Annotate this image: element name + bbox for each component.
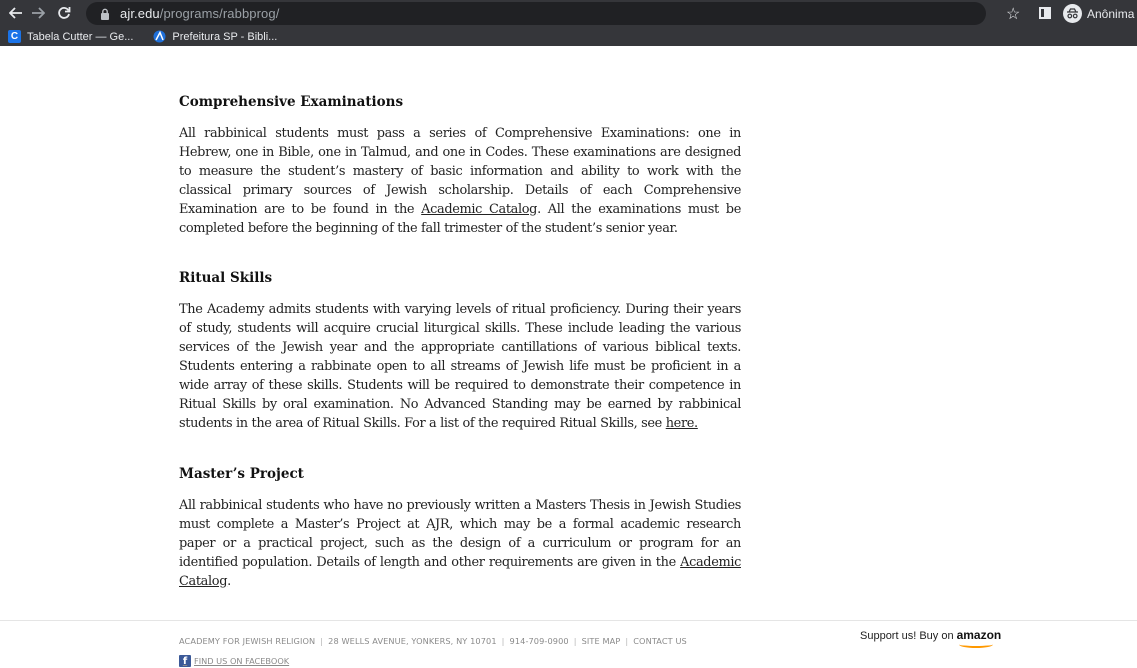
support-text: Support us! Buy on <box>860 630 954 642</box>
section-paragraph: All rabbinical students who have no prev… <box>179 496 741 591</box>
bookmark-prefeitura-sp[interactable]: Prefeitura SP - Bibli... <box>153 30 277 43</box>
bookmark-label: Tabela Cutter — Ge... <box>27 30 134 43</box>
section-paragraph: The Academy admits students with varying… <box>179 300 741 433</box>
paragraph-text: . <box>227 574 231 589</box>
facebook-link[interactable]: f FIND US ON FACEBOOK <box>179 655 289 667</box>
section-paragraph: All rabbinical students must pass a seri… <box>179 124 741 238</box>
lock-icon[interactable] <box>98 7 112 21</box>
amazon-wordmark: amazon <box>956 628 1002 642</box>
url-text[interactable]: ajr.edu/programs/rabbprog/ <box>120 6 279 21</box>
section-heading: Comprehensive Examinations <box>179 94 404 110</box>
facebook-icon: f <box>179 655 191 667</box>
section-comprehensive-examinations: Comprehensive Examinations All rabbinica… <box>179 94 741 238</box>
url-host: ajr.edu <box>120 6 160 21</box>
reload-icon[interactable] <box>54 3 74 23</box>
amazon-support-link[interactable]: Support us! Buy on amazon <box>860 628 1002 648</box>
footer-org: ACADEMY FOR JEWISH RELIGION <box>179 636 316 646</box>
side-panel-icon[interactable] <box>1039 7 1051 19</box>
section-heading: Ritual Skills <box>179 270 273 286</box>
incognito-icon <box>1063 4 1082 23</box>
footer-separator: | <box>573 636 577 646</box>
site-map-link[interactable]: SITE MAP <box>582 636 621 646</box>
navigation-row: ajr.edu/programs/rabbprog/ ☆ Anônima <box>0 0 1137 27</box>
academic-catalog-link[interactable]: Academic Catalog <box>421 202 537 217</box>
contact-us-link[interactable]: CONTACT US <box>633 636 687 646</box>
cutter-c-icon: C <box>8 30 21 43</box>
prefeitura-sp-icon <box>153 30 166 43</box>
url-path: /programs/rabbprog/ <box>159 6 280 21</box>
amazon-smile-icon <box>958 641 993 648</box>
footer-separator: | <box>625 636 629 646</box>
footer-address: 28 WELLS AVENUE, YONKERS, NY 10701 <box>328 636 497 646</box>
back-arrow-icon[interactable] <box>6 3 26 23</box>
bookmark-tabela-cutter[interactable]: C Tabela Cutter — Ge... <box>8 30 133 43</box>
section-ritual-skills: Ritual Skills The Academy admits student… <box>179 270 741 433</box>
footer-separator: | <box>501 636 505 646</box>
address-bar[interactable]: ajr.edu/programs/rabbprog/ <box>86 2 986 25</box>
paragraph-text: All rabbinical students who have no prev… <box>179 498 741 570</box>
ritual-skills-here-link[interactable]: here. <box>666 416 698 431</box>
forward-arrow-icon[interactable] <box>28 3 48 23</box>
profile-button[interactable]: Anônima <box>1063 3 1134 24</box>
footer-links: ACADEMY FOR JEWISH RELIGION | 28 WELLS AVE… <box>179 636 687 646</box>
footer-divider <box>0 620 1137 621</box>
section-masters-project: Master’s Project All rabbinical students… <box>179 466 741 591</box>
profile-label: Anônima <box>1087 6 1135 21</box>
bookmark-star-icon[interactable]: ☆ <box>1006 4 1020 24</box>
facebook-label: FIND US ON FACEBOOK <box>194 656 290 666</box>
amazon-logo: amazon <box>956 628 1002 648</box>
paragraph-text: The Academy admits students with varying… <box>179 302 741 431</box>
section-heading: Master’s Project <box>179 466 304 482</box>
footer-phone: 914-709-0900 <box>509 636 569 646</box>
bookmark-label: Prefeitura SP - Bibli... <box>172 30 278 43</box>
bookmarks-bar: C Tabela Cutter — Ge... Prefeitura SP - … <box>0 27 1137 46</box>
browser-toolbar: ajr.edu/programs/rabbprog/ ☆ Anônima C T… <box>0 0 1137 46</box>
footer-separator: | <box>320 636 324 646</box>
